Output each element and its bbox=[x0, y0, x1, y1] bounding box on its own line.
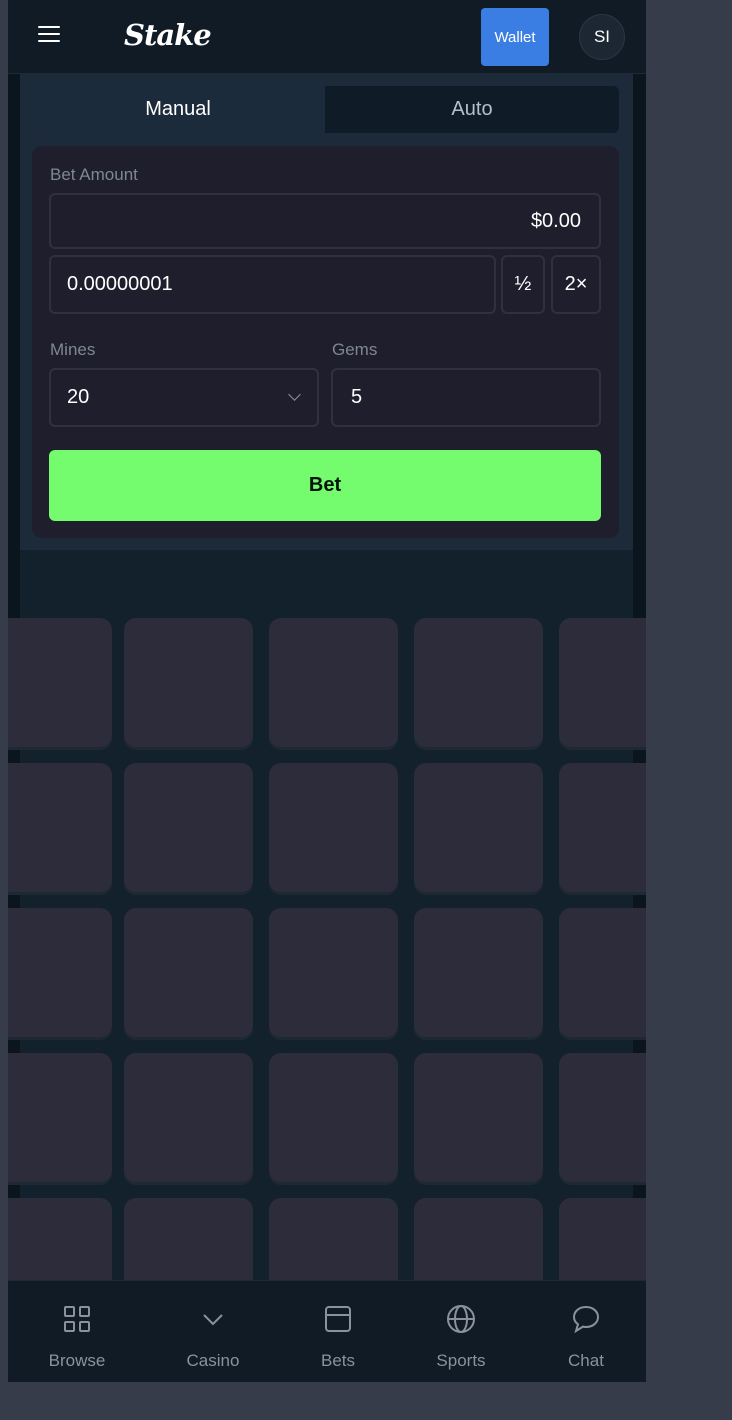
mine-tile[interactable] bbox=[124, 1053, 253, 1182]
mines-label: Mines bbox=[50, 340, 96, 359]
bets-icon bbox=[278, 1301, 398, 1337]
app-frame: Stake Wallet SI Manual Auto Bet Amount $… bbox=[8, 0, 646, 1382]
nav-browse-label: Browse bbox=[48, 1351, 106, 1370]
grid-icon bbox=[17, 1301, 137, 1337]
mines-board bbox=[8, 550, 646, 1327]
mode-tabs: Manual Auto bbox=[31, 86, 619, 133]
double-bet-button[interactable]: 2× bbox=[551, 255, 601, 314]
bet-form: Bet Amount $0.00 0.00000001 ½ 2× Mines G… bbox=[32, 146, 619, 538]
gems-value: 5 bbox=[351, 386, 363, 408]
mine-tile[interactable] bbox=[269, 908, 398, 1037]
crypto-amount-input[interactable]: 0.00000001 bbox=[49, 255, 496, 314]
mine-tile[interactable] bbox=[269, 763, 398, 892]
bet-button[interactable]: Bet bbox=[49, 450, 601, 521]
mine-tile[interactable] bbox=[414, 763, 543, 892]
tab-manual[interactable]: Manual bbox=[31, 86, 325, 133]
mine-tile[interactable] bbox=[414, 908, 543, 1037]
nav-sports-label: Sports bbox=[436, 1351, 486, 1370]
mine-tile[interactable] bbox=[559, 618, 646, 747]
user-avatar[interactable]: SI bbox=[579, 14, 625, 60]
mine-tile[interactable] bbox=[414, 1053, 543, 1182]
mine-tile[interactable] bbox=[8, 908, 112, 1037]
nav-sports[interactable]: Sports bbox=[401, 1301, 521, 1371]
usd-amount-value: $0.00 bbox=[530, 209, 581, 232]
hamburger-menu-icon[interactable] bbox=[38, 26, 60, 46]
bet-panel: Manual Auto Bet Amount $0.00 0.00000001 … bbox=[20, 74, 633, 550]
mine-tile[interactable] bbox=[269, 1053, 398, 1182]
mine-tile[interactable] bbox=[8, 618, 112, 747]
crypto-amount-value: 0.00000001 bbox=[67, 273, 173, 295]
chevron-down-icon bbox=[153, 1301, 273, 1337]
mine-tile[interactable] bbox=[124, 618, 253, 747]
gems-field: 5 bbox=[331, 368, 601, 427]
nav-browse[interactable]: Browse bbox=[17, 1301, 137, 1371]
globe-icon bbox=[401, 1301, 521, 1337]
mine-tile[interactable] bbox=[124, 763, 253, 892]
mine-tile[interactable] bbox=[124, 908, 253, 1037]
chevron-down-icon bbox=[288, 388, 301, 401]
mine-tile[interactable] bbox=[269, 618, 398, 747]
top-bar: Stake Wallet SI bbox=[8, 0, 646, 74]
mine-tile[interactable] bbox=[559, 1053, 646, 1182]
bottom-nav: Browse Casino Bets Sports Chat bbox=[8, 1280, 646, 1382]
mine-tile[interactable] bbox=[414, 618, 543, 747]
stake-logo[interactable]: Stake bbox=[124, 18, 212, 52]
mine-tile[interactable] bbox=[559, 763, 646, 892]
mine-tile[interactable] bbox=[559, 908, 646, 1037]
usd-amount-field[interactable]: $0.00 bbox=[49, 193, 601, 249]
nav-bets[interactable]: Bets bbox=[278, 1301, 398, 1371]
mines-value: 20 bbox=[67, 386, 90, 408]
mines-select[interactable]: 20 bbox=[49, 368, 319, 427]
nav-chat-label: Chat bbox=[568, 1351, 604, 1370]
nav-chat[interactable]: Chat bbox=[526, 1301, 646, 1371]
nav-casino[interactable]: Casino bbox=[153, 1301, 273, 1371]
bet-amount-label: Bet Amount bbox=[50, 165, 138, 184]
chat-bubble-icon bbox=[526, 1301, 646, 1337]
mine-tile[interactable] bbox=[8, 1053, 112, 1182]
half-bet-button[interactable]: ½ bbox=[501, 255, 545, 314]
gems-label: Gems bbox=[332, 340, 378, 359]
nav-casino-label: Casino bbox=[186, 1351, 240, 1370]
nav-bets-label: Bets bbox=[320, 1351, 356, 1370]
wallet-button[interactable]: Wallet bbox=[481, 8, 549, 66]
mine-tile[interactable] bbox=[8, 763, 112, 892]
tab-auto[interactable]: Auto bbox=[325, 86, 619, 133]
